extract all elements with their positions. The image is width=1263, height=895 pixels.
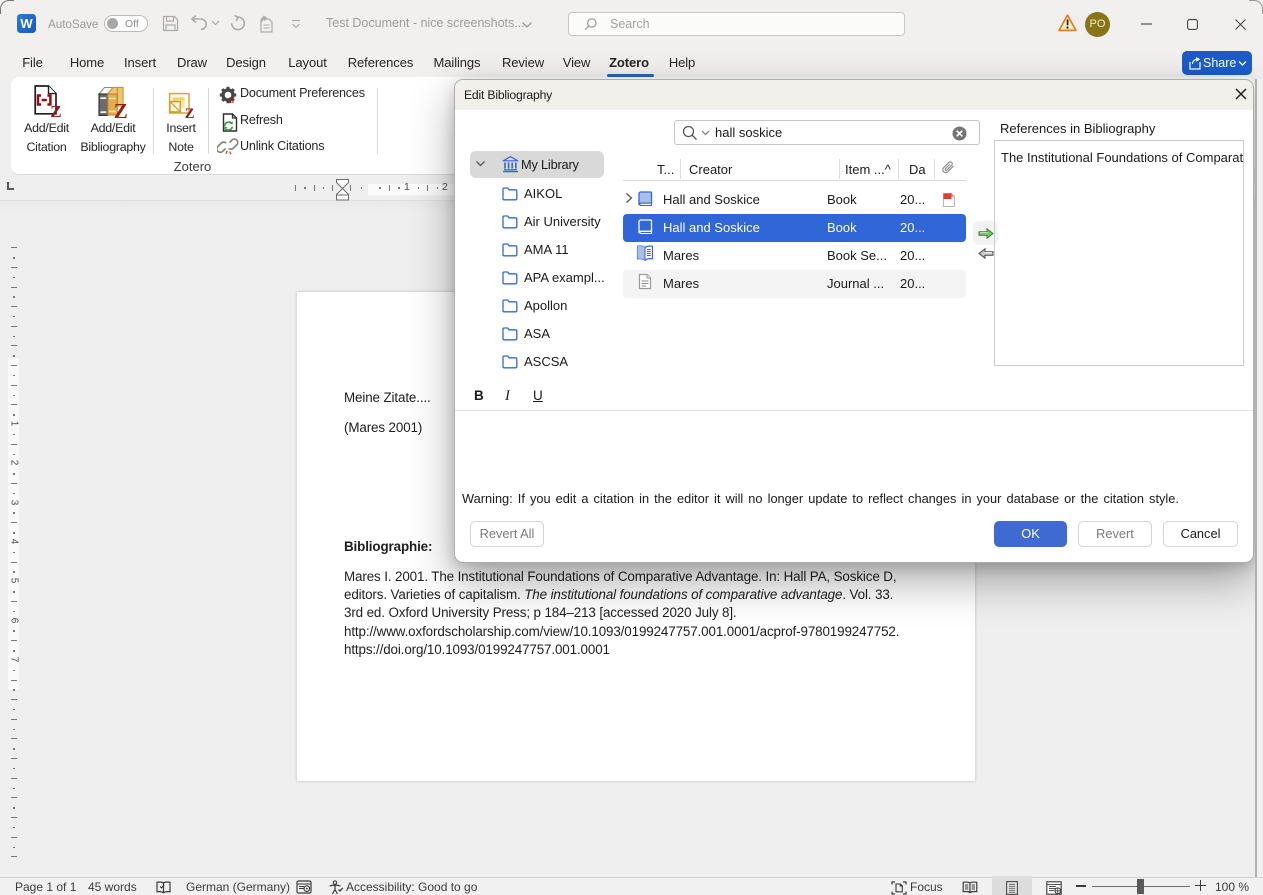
svg-text:Z: Z <box>185 106 195 119</box>
svg-text:Z: Z <box>50 102 61 118</box>
svg-text:Z: Z <box>114 99 128 119</box>
